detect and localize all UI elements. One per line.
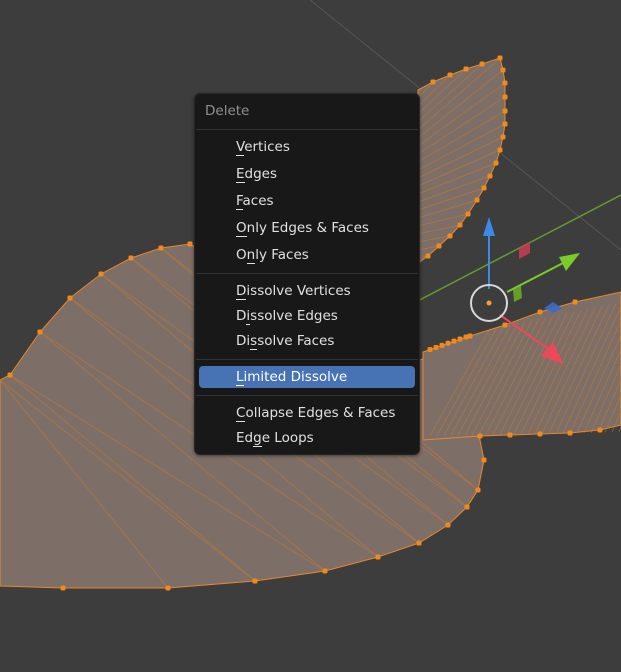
mesh-vertex[interactable] [463, 334, 469, 340]
mesh-vertex[interactable] [481, 457, 487, 463]
mesh-vertex[interactable] [493, 160, 499, 166]
mesh-vertex[interactable] [37, 329, 43, 335]
mesh-vertex[interactable] [481, 185, 487, 191]
menu-separator [196, 129, 418, 130]
mesh-vertex[interactable] [416, 540, 422, 546]
menu-item-collapse-edges-faces[interactable]: Collapse Edges & Faces [199, 402, 415, 424]
menu-item-label: Vertices [236, 139, 290, 156]
menu-item-label: Edges [236, 166, 278, 183]
mesh-vertex[interactable] [572, 299, 578, 305]
menu-item-dissolve-faces[interactable]: Dissolve Faces [199, 330, 415, 352]
menu-item-dissolve-edges[interactable]: Dissolve Edges [199, 305, 415, 327]
mesh-vertex[interactable] [128, 255, 134, 261]
menu-item-edge-loops[interactable]: Edge Loops [199, 427, 415, 449]
mesh-vertex[interactable] [252, 578, 258, 584]
mesh-vertex[interactable] [60, 585, 66, 591]
mesh-vertex[interactable] [98, 271, 104, 277]
mesh-vertex[interactable] [502, 121, 508, 127]
mesh-vertex[interactable] [322, 568, 328, 574]
mesh-vertex[interactable] [537, 309, 543, 315]
mesh-vertex[interactable] [537, 431, 543, 437]
mesh-vertex[interactable] [479, 61, 485, 67]
mesh-vertex[interactable] [439, 342, 445, 348]
menu-item-limited-dissolve[interactable]: Limited Dissolve [199, 366, 415, 388]
mesh-vertex[interactable] [500, 134, 506, 140]
mesh-vertex[interactable] [165, 585, 171, 591]
mesh-vertex[interactable] [502, 94, 508, 100]
mesh-right-band[interactable] [422, 291, 621, 441]
mesh-vertex[interactable] [158, 245, 164, 251]
mesh-vertex[interactable] [67, 295, 73, 301]
menu-separator [196, 273, 418, 274]
mesh-vertex[interactable] [425, 253, 431, 259]
mesh-vertex[interactable] [502, 322, 508, 328]
menu-item-edges[interactable]: Edges [199, 163, 415, 185]
gizmo-center-dot [486, 300, 492, 306]
menu-separator [196, 359, 418, 360]
mesh-vertex[interactable] [502, 108, 508, 114]
mesh-vertex[interactable] [445, 340, 451, 346]
mesh-vertex[interactable] [187, 241, 193, 247]
mesh-vertex[interactable] [433, 344, 439, 350]
menu-item-faces[interactable]: Faces [199, 190, 415, 212]
mesh-vertex[interactable] [500, 67, 506, 73]
menu-item-only-faces[interactable]: Only Faces [199, 244, 415, 266]
menu-separator [196, 395, 418, 396]
gizmo-y-arrow-icon[interactable] [559, 253, 580, 271]
mesh-vertex[interactable] [497, 55, 503, 61]
menu-item-label: Dissolve Edges [236, 308, 338, 325]
menu-item-only-edges-faces[interactable]: Only Edges & Faces [199, 217, 415, 239]
delete-menu: Delete Vertices Edges Faces Only Edges & Fa… [194, 93, 420, 455]
mesh-vertex[interactable] [430, 79, 436, 85]
mesh-vertex[interactable] [7, 372, 13, 378]
menu-item-label: Dissolve Vertices [236, 283, 351, 300]
menu-item-label: Only Edges & Faces [236, 220, 369, 237]
mesh-vertex[interactable] [457, 336, 463, 342]
mesh-vertex[interactable] [567, 430, 573, 436]
mesh-vertex[interactable] [464, 504, 470, 510]
menu-item-label: Collapse Edges & Faces [236, 405, 396, 422]
mesh-vertex[interactable] [497, 147, 503, 153]
mesh-vertex[interactable] [447, 233, 453, 239]
mesh-vertex[interactable] [507, 432, 513, 438]
mesh-vertex[interactable] [457, 222, 463, 228]
mesh-vertex[interactable] [597, 427, 603, 433]
menu-item-label: Edge Loops [236, 430, 314, 447]
menu-item-label: Faces [236, 193, 274, 210]
menu-item-label: Only Faces [236, 247, 309, 264]
mesh-vertex[interactable] [463, 66, 469, 72]
mesh-vertex[interactable] [477, 433, 483, 439]
menu-item-vertices[interactable]: Vertices [199, 136, 415, 158]
mesh-vertex[interactable] [502, 80, 508, 86]
mesh-vertex[interactable] [447, 72, 453, 78]
gizmo-z-arrow-icon[interactable] [483, 217, 495, 236]
mesh-vertex[interactable] [451, 338, 457, 344]
menu-item-label: Dissolve Faces [236, 333, 335, 350]
menu-title: Delete [205, 103, 250, 119]
mesh-vertex[interactable] [375, 554, 381, 560]
mesh-vertex[interactable] [445, 522, 451, 528]
mesh-vertex[interactable] [475, 487, 481, 493]
mesh-vertex[interactable] [427, 347, 433, 353]
mesh-vertex[interactable] [436, 243, 442, 249]
mesh-vertex[interactable] [465, 211, 471, 217]
mesh-vertex[interactable] [487, 173, 493, 179]
gizmo-y-axis[interactable] [506, 261, 566, 293]
mesh-vertex[interactable] [474, 197, 480, 203]
menu-item-label: Limited Dissolve [236, 369, 348, 386]
menu-item-dissolve-vertices[interactable]: Dissolve Vertices [199, 280, 415, 302]
